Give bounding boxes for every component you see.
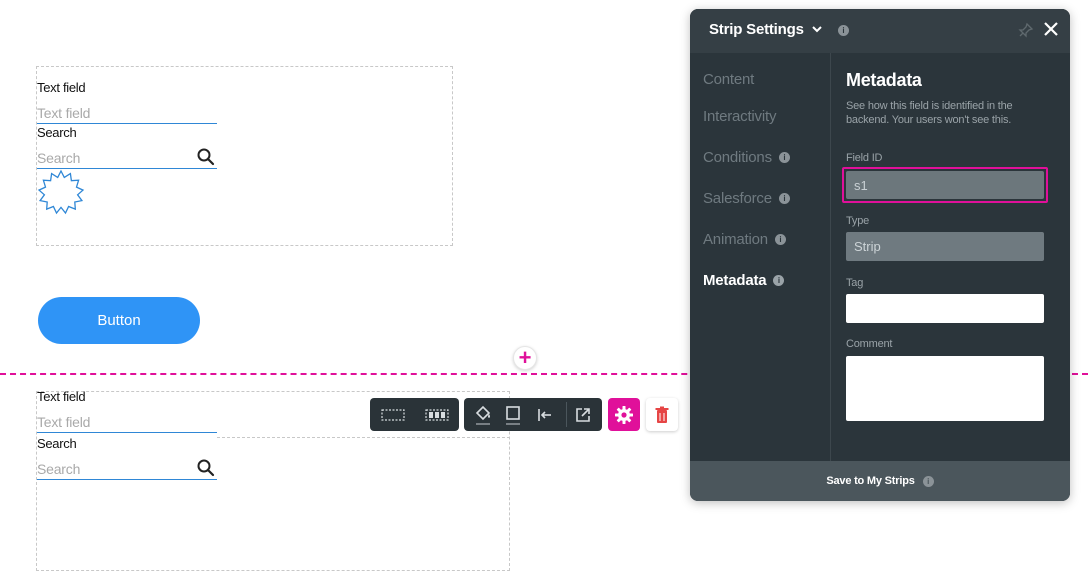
nav-salesforce[interactable]: Salesforce i bbox=[703, 190, 790, 207]
info-icon[interactable]: i bbox=[838, 25, 849, 36]
border-button[interactable] bbox=[498, 398, 528, 431]
settings-nav: Content Interactivity Conditions i Sales… bbox=[690, 53, 831, 461]
info-icon[interactable]: i bbox=[778, 152, 790, 163]
text-field-input[interactable]: Text field bbox=[37, 102, 217, 124]
nav-metadata-label: Metadata bbox=[703, 272, 767, 289]
trash-icon bbox=[655, 406, 669, 423]
chevron-down-icon[interactable] bbox=[811, 24, 823, 34]
text-field-input[interactable]: Text field bbox=[37, 411, 217, 433]
search-icon[interactable] bbox=[196, 147, 216, 167]
save-to-my-strips-button[interactable]: Save to My Strips i bbox=[690, 461, 1070, 501]
nav-conditions[interactable]: Conditions i bbox=[703, 149, 790, 166]
nav-content[interactable]: Content bbox=[703, 71, 754, 88]
pin-icon[interactable] bbox=[1018, 22, 1034, 38]
save-to-my-strips-label: Save to My Strips bbox=[826, 475, 915, 487]
comment-textarea[interactable] bbox=[846, 356, 1044, 421]
type-label: Type bbox=[846, 215, 870, 227]
gear-icon bbox=[615, 405, 633, 424]
search-icon[interactable] bbox=[196, 458, 216, 478]
toolbar-layout-group bbox=[370, 398, 459, 431]
search-label: Search bbox=[37, 125, 77, 140]
badge-icon[interactable] bbox=[37, 169, 85, 217]
type-field: Strip bbox=[846, 232, 1044, 261]
paint-bucket-icon bbox=[475, 405, 491, 425]
padding-button[interactable] bbox=[530, 398, 560, 431]
external-link-icon bbox=[576, 407, 590, 422]
nav-content-label: Content bbox=[703, 71, 755, 88]
add-strip-button[interactable]: + bbox=[513, 346, 537, 370]
info-icon[interactable]: i bbox=[778, 193, 790, 204]
tag-label: Tag bbox=[846, 277, 864, 289]
tag-input[interactable] bbox=[846, 294, 1044, 323]
border-icon bbox=[506, 405, 520, 425]
nav-animation[interactable]: Animation i bbox=[703, 231, 786, 248]
search-input[interactable]: Search bbox=[37, 147, 217, 169]
open-link-button[interactable] bbox=[568, 398, 598, 431]
comment-label: Comment bbox=[846, 338, 893, 350]
canvas-button[interactable]: Button bbox=[38, 297, 200, 344]
toolbar-separator bbox=[566, 402, 567, 427]
nav-interactivity-label: Interactivity bbox=[703, 108, 777, 125]
fill-color-button[interactable] bbox=[468, 398, 498, 431]
info-icon[interactable]: i bbox=[773, 275, 785, 286]
nav-conditions-label: Conditions bbox=[703, 149, 772, 166]
settings-button[interactable] bbox=[608, 398, 640, 431]
select-area-button[interactable] bbox=[376, 398, 410, 431]
align-left-icon bbox=[538, 408, 551, 421]
search-label: Search bbox=[37, 436, 77, 451]
dashed-rect-icon bbox=[381, 408, 405, 421]
field-id-label: Field ID bbox=[846, 152, 883, 164]
info-icon[interactable]: i bbox=[774, 234, 786, 245]
panel-header: Strip Settings i bbox=[690, 9, 1070, 53]
info-icon[interactable]: i bbox=[922, 475, 934, 487]
text-field-label: Text field bbox=[37, 389, 86, 404]
close-icon[interactable] bbox=[1043, 21, 1059, 37]
nav-animation-label: Animation bbox=[703, 231, 768, 248]
section-title: Metadata bbox=[846, 70, 922, 90]
section-description: See how this field is identified in the … bbox=[846, 100, 1013, 126]
panel-title-text: Strip Settings bbox=[709, 21, 804, 38]
field-id-input[interactable]: s1 bbox=[846, 171, 1044, 199]
text-field-label: Text field bbox=[37, 80, 86, 95]
nav-interactivity[interactable]: Interactivity bbox=[703, 108, 776, 125]
delete-button[interactable] bbox=[646, 398, 678, 431]
strip-2-inner-divider bbox=[217, 437, 510, 438]
columns-icon bbox=[425, 408, 449, 421]
columns-button[interactable] bbox=[420, 398, 454, 431]
panel-title[interactable]: Strip Settings bbox=[709, 21, 823, 38]
nav-salesforce-label: Salesforce bbox=[703, 190, 772, 207]
nav-metadata[interactable]: Metadata i bbox=[703, 272, 785, 289]
search-input[interactable]: Search bbox=[37, 458, 217, 480]
strip-settings-panel: Strip Settings i Content Interactivity C… bbox=[690, 9, 1070, 501]
toolbar-style-group bbox=[464, 398, 602, 431]
